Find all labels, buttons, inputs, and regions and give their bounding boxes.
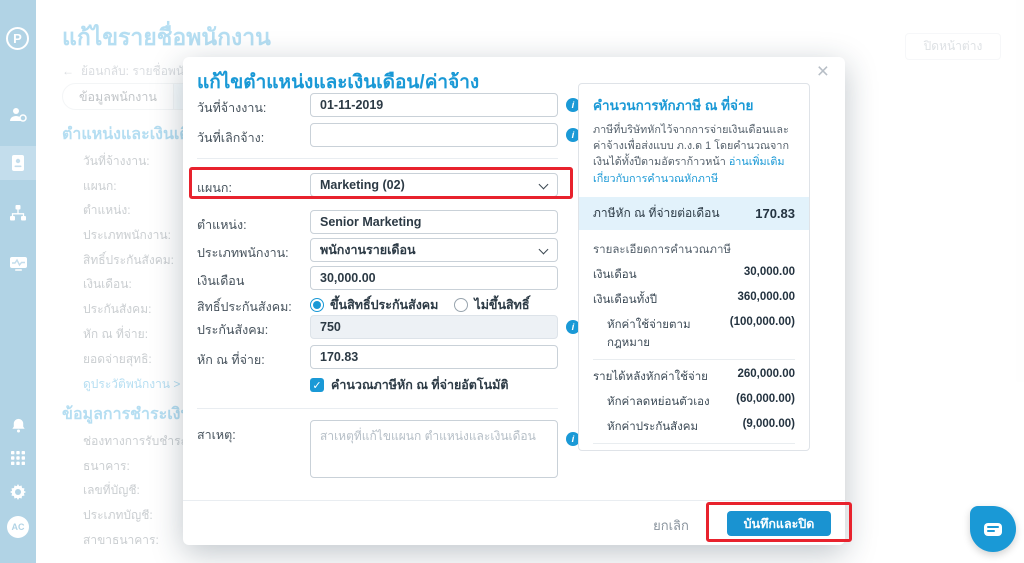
chevron-down-icon bbox=[538, 179, 549, 190]
end-date-input[interactable] bbox=[310, 123, 558, 147]
edit-position-salary-modal: แก้ไขตำแหน่งและเงินเดือน/ค่าจ้าง × วันที… bbox=[183, 57, 845, 545]
footer-divider bbox=[183, 500, 845, 501]
divider bbox=[593, 359, 795, 361]
tax-row-income-after-expense: รายได้หลังหักค่าใช้จ่าย 260,000.00 bbox=[593, 367, 795, 383]
position-input[interactable] bbox=[310, 210, 558, 234]
department-select[interactable]: Marketing (02) bbox=[310, 173, 558, 197]
sso-rights-off-radio[interactable] bbox=[454, 298, 469, 312]
chat-widget-button[interactable] bbox=[970, 506, 1016, 552]
tax-panel-title: คำนวนการหักภาษี ณ ที่จ่าย bbox=[593, 98, 754, 113]
chat-bubble-icon bbox=[984, 522, 1002, 536]
tax-row-sso-deduction: หักค่าประกันสังคม (9,000.00) bbox=[607, 417, 795, 433]
hire-date-input[interactable] bbox=[310, 93, 558, 117]
tax-row-salary: เงินเดือน 30,000.00 bbox=[593, 265, 795, 281]
close-icon[interactable]: × bbox=[817, 61, 829, 82]
tax-row-annual-salary: เงินเดือนทั้งปี 360,000.00 bbox=[593, 290, 795, 306]
tax-row-legal-expense: หักค่าใช้จ่ายตามกฎหมาย (100,000.00) bbox=[607, 315, 795, 349]
tax-row-net-income: รายได้สุทธิ191,000.00 bbox=[593, 448, 795, 450]
monthly-withholding-highlight: ภาษีหัก ณ ที่จ่ายต่อเดือน 170.83 bbox=[579, 196, 809, 230]
save-and-close-button[interactable]: บันทึกและปิด bbox=[727, 511, 831, 536]
tax-calculation-panel: คำนวนการหักภาษี ณ ที่จ่าย ภาษีที่บริษัทห… bbox=[578, 83, 810, 451]
tax-row-personal-allowance: หักค่าลดหย่อนตัวเอง (60,000.00) bbox=[607, 392, 795, 408]
employee-type-select[interactable]: พนักงานรายเดือน bbox=[310, 238, 558, 262]
divider bbox=[197, 158, 558, 159]
tax-panel-description: ภาษีที่บริษัทหักไว้จากการจ่ายเงินเดือนแล… bbox=[593, 124, 789, 185]
reason-textarea[interactable] bbox=[310, 420, 558, 478]
auto-calc-row: ✓ คำนวณภาษีหัก ณ ที่จ่ายอัตโนมัติ bbox=[197, 375, 579, 393]
withholding-input[interactable] bbox=[310, 345, 558, 369]
callout-arrow bbox=[579, 345, 587, 363]
auto-calc-checkbox[interactable]: ✓ bbox=[310, 378, 324, 392]
sso-rights-row: สิทธิ์ประกันสังคม: ขึ้นสิทธิ์ประกันสังคม… bbox=[197, 298, 530, 314]
tax-detail-section-label: รายละเอียดการคำนวณภาษี bbox=[593, 243, 731, 256]
sso-rights-on-radio[interactable] bbox=[310, 298, 324, 312]
divider bbox=[197, 408, 558, 409]
divider bbox=[593, 443, 795, 445]
cancel-button[interactable]: ยกเลิก bbox=[641, 515, 701, 536]
reason-row: สาเหตุ: i bbox=[197, 420, 580, 480]
salary-input[interactable] bbox=[310, 266, 558, 290]
social-security-input bbox=[310, 315, 558, 339]
chevron-down-icon bbox=[538, 244, 549, 255]
